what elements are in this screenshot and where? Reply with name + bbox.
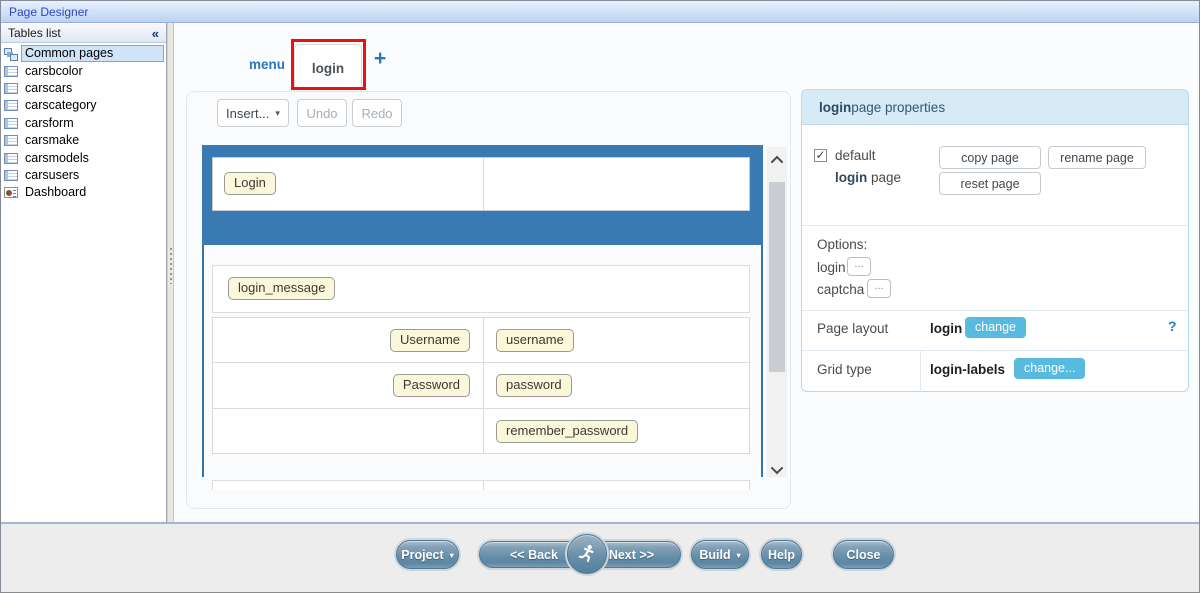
login-message-chip[interactable]: login_message	[228, 277, 335, 300]
tab-menu[interactable]: menu	[237, 57, 297, 72]
insert-button[interactable]: Insert... ▾	[217, 99, 289, 127]
title-bar: Page Designer	[1, 1, 1199, 23]
redo-button[interactable]: Redo	[352, 99, 402, 127]
run-button[interactable]	[567, 534, 607, 574]
build-button[interactable]: Build ▾	[691, 540, 749, 569]
scroll-up-icon[interactable]	[771, 152, 783, 162]
partial-row	[212, 480, 750, 490]
option-login-label: login	[817, 260, 846, 275]
tree-item-carscategory[interactable]: carscategory	[3, 97, 164, 114]
page-designer-window: Page Designer Tables list « Common pages…	[0, 0, 1200, 593]
back-button[interactable]: << Back	[510, 548, 558, 562]
table-icon	[4, 135, 18, 146]
cell-divider	[483, 481, 484, 490]
table-icon	[4, 170, 18, 181]
table-icon	[4, 83, 18, 94]
properties-header: login page properties	[802, 90, 1188, 125]
tree-item-carsmake[interactable]: carsmake	[3, 132, 164, 149]
scroll-down-icon[interactable]	[771, 462, 783, 472]
tab-login[interactable]: login	[294, 44, 362, 91]
change-grid-button[interactable]: change...	[1014, 358, 1085, 379]
tree-item-carsusers[interactable]: carsusers	[3, 167, 164, 184]
table-icon	[4, 153, 18, 164]
cell-divider	[483, 158, 484, 210]
form-row-username: Username username	[213, 318, 749, 363]
window-title: Page Designer	[9, 5, 88, 19]
dashboard-icon	[4, 187, 18, 198]
section-divider	[802, 350, 1188, 351]
login-title-chip[interactable]: Login	[224, 172, 276, 195]
form-row-password: Password password	[213, 363, 749, 408]
message-row: login_message	[212, 265, 750, 313]
tables-list-panel: Tables list « Common pages carsbcolor ca…	[1, 23, 167, 522]
username-field-chip[interactable]: username	[496, 329, 574, 352]
captcha-options-button[interactable]: ...	[867, 279, 891, 298]
next-button[interactable]: Next >>	[609, 548, 654, 562]
grid-type-label: Grid type	[817, 362, 872, 377]
tables-list-header: Tables list «	[1, 24, 166, 43]
change-layout-button[interactable]: change	[965, 317, 1026, 338]
project-button[interactable]: Project ▾	[396, 540, 459, 569]
default-checkbox[interactable]: ✓	[814, 149, 827, 162]
undo-button[interactable]: Undo	[297, 99, 347, 127]
grid-row-divider	[920, 350, 921, 393]
tree-item-carsmodels[interactable]: carsmodels	[3, 149, 164, 166]
tree-item-common-pages[interactable]: Common pages	[3, 45, 164, 62]
close-button[interactable]: Close	[833, 540, 894, 569]
page-layout-value: login	[930, 321, 962, 336]
splitter-grip-icon	[170, 248, 172, 284]
tree-item-carsform[interactable]: carsform	[3, 115, 164, 132]
username-label-chip[interactable]: Username	[390, 329, 470, 352]
tree-item-dashboard[interactable]: Dashboard	[3, 184, 164, 201]
runner-icon	[576, 543, 598, 565]
grid-type-value: login-labels	[930, 362, 1005, 377]
section-divider	[802, 310, 1188, 311]
pages-icon	[4, 48, 18, 60]
table-icon	[4, 100, 18, 111]
copy-page-button[interactable]: copy page	[939, 146, 1041, 169]
chevron-down-icon: ▾	[737, 550, 741, 560]
cell-divider	[483, 318, 484, 453]
panel-splitter[interactable]	[167, 23, 174, 522]
tree-item-carscars[interactable]: carscars	[3, 80, 164, 97]
tree-item-carsbcolor[interactable]: carsbcolor	[3, 62, 164, 79]
options-heading: Options:	[817, 237, 867, 252]
page-properties-panel: login page properties ✓ default login pa…	[801, 89, 1189, 392]
default-label: default	[835, 148, 876, 163]
tables-tree: Common pages carsbcolor carscars carscat…	[3, 45, 164, 202]
tables-list-title: Tables list	[8, 26, 152, 40]
collapse-panel-icon[interactable]: «	[152, 26, 159, 41]
option-captcha-label: captcha	[817, 282, 864, 297]
help-icon[interactable]: ?	[1168, 318, 1177, 334]
rename-page-button[interactable]: rename page	[1048, 146, 1146, 169]
canvas-scrollbar[interactable]	[767, 147, 787, 477]
page-header-band: Login	[202, 145, 763, 245]
page-layout-label: Page layout	[817, 321, 888, 336]
chevron-down-icon: ▾	[275, 108, 280, 119]
table-icon	[4, 66, 18, 77]
page-name-label: login page	[835, 170, 901, 185]
form-row-remember: remember_password	[213, 409, 749, 454]
scrollbar-thumb[interactable]	[769, 182, 785, 372]
header-row: Login	[212, 157, 750, 211]
footer-toolbar: Project ▾ << Back Next >> Build ▾ H	[1, 522, 1199, 593]
login-form-grid: Username username Password password reme…	[212, 317, 750, 454]
reset-page-button[interactable]: reset page	[939, 172, 1041, 195]
remember-password-chip[interactable]: remember_password	[496, 420, 638, 443]
add-page-icon[interactable]: +	[374, 49, 386, 69]
table-icon	[4, 118, 18, 129]
help-button[interactable]: Help	[761, 540, 802, 569]
login-options-button[interactable]: ...	[847, 257, 871, 276]
chevron-down-icon: ▾	[450, 550, 454, 560]
main-area: menu login + Insert... ▾ Undo Redo Login…	[174, 23, 1200, 522]
section-divider	[802, 225, 1188, 226]
password-field-chip[interactable]: password	[496, 374, 572, 397]
password-label-chip[interactable]: Password	[393, 374, 470, 397]
design-canvas: Insert... ▾ Undo Redo Login login_messag…	[186, 91, 791, 509]
